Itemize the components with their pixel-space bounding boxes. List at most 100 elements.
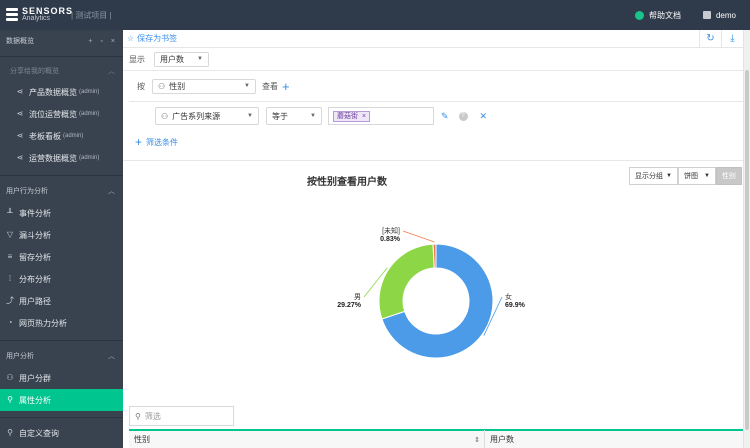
section-title: 用户行为分析 (6, 188, 48, 195)
filter-field-select[interactable]: ⚇ 广告系列来源 ▼ (155, 107, 259, 125)
funnel-icon: ▽ (6, 230, 14, 239)
add-overview-icon[interactable]: + (88, 38, 92, 45)
top-bar: SENSORS Analytics | 测试项目 | 帮助文档 demo (0, 0, 750, 30)
add-group-icon[interactable]: + (282, 79, 290, 94)
sidebar-item-label: 事件分析 (19, 208, 51, 218)
user-icon (702, 11, 711, 19)
group-icon: ⚇ (6, 373, 14, 382)
path-icon: ⤴ (6, 296, 14, 305)
pie-label: 男 (354, 293, 361, 301)
pie-leader-line (402, 230, 435, 243)
manage-overview-icon[interactable]: ▫ (100, 38, 102, 45)
save-bookmark-link[interactable]: 保存为书签 (137, 33, 177, 44)
pie-chart: 女69.9% 男29.27% [未知]0.83% (337, 226, 526, 359)
tag-label: 蘑菇街 (337, 113, 358, 120)
filter-field-value: 广告系列来源 (172, 111, 221, 121)
sidebar-item-owner: (admin) (79, 155, 100, 161)
add-filter-label: 筛选条件 (146, 137, 179, 147)
plus-icon: + (135, 135, 143, 149)
filter-value-tag[interactable]: 蘑菇街 × (333, 110, 371, 122)
project-name[interactable]: | 测试项目 | (71, 10, 112, 21)
refresh-icon[interactable]: ↻ (699, 29, 721, 48)
sidebar-item-boss-board[interactable]: ⋖ 老板看板 (admin) (0, 125, 123, 147)
help-label: 帮助文档 (648, 10, 681, 20)
filter-row: ⚇ 广告系列来源 ▼ 等于 ▼ 蘑菇街 × ✎ ? ✕ (123, 102, 743, 130)
logo-icon (6, 8, 18, 22)
sidebar-item-label: 产品数据概览 (29, 87, 77, 97)
sidebar-item-owner: (admin) (79, 89, 100, 95)
sidebar-item-funnel-analysis[interactable]: ▽ 漏斗分析 (0, 224, 123, 246)
bookmark-row: ☆ 保存为书签 ↻ ⤓ (123, 29, 743, 48)
sidebar-item-product-overview[interactable]: ⋖ 产品数据概览 (admin) (0, 81, 123, 103)
pie-slice[interactable] (378, 243, 435, 320)
caret-down-icon: ▼ (310, 113, 316, 119)
column-label: 用户数 (490, 435, 514, 444)
chevron-up-icon: ︿ (108, 353, 115, 360)
sidebar-item-retention-analysis[interactable]: ≡ 留存分析 (0, 246, 123, 268)
column-header-gender[interactable]: 性别 ⇕ (129, 430, 484, 448)
section-title: 数据概览 (6, 38, 34, 45)
sidebar-section-overview: 数据概览 + ▫ × (0, 30, 123, 52)
scrollbar-thumb[interactable] (745, 70, 749, 430)
sort-icon[interactable]: ⇕ (474, 436, 480, 444)
download-icon[interactable]: ⤓ (721, 29, 743, 48)
sidebar-item-user-segments[interactable]: ⚇ 用户分群 (0, 367, 123, 389)
metric-row: 显示 用户数 ▼ (123, 48, 743, 70)
section-title: 用户分析 (6, 353, 34, 360)
sidebar-section-user-analysis[interactable]: 用户分析 ︿ (0, 345, 123, 367)
edit-icon[interactable]: ✎ (441, 111, 449, 122)
chart-area: 按性别查看用户数 显示分组 ▼ 饼图 ▼ 性别 女 69.9% 男 29.27% [未知… (123, 160, 743, 400)
remove-tag-icon[interactable]: × (362, 113, 366, 120)
query-icon: ⚲ (7, 428, 13, 437)
column-header-users[interactable]: 用户数 (484, 430, 514, 448)
logo-subtitle: Analytics (22, 15, 51, 22)
operator-select[interactable]: 等于 ▼ (266, 107, 322, 125)
search-icon: ⚲ (135, 411, 141, 421)
sidebar-item-label: 网页热力分析 (19, 318, 67, 328)
table-filter-input[interactable]: ⚲ 筛选 (129, 406, 234, 426)
sidebar-item-label: 流位运营概览 (29, 109, 77, 119)
sidebar-item-label: 老板看板 (29, 131, 61, 141)
filter-value-input[interactable]: 蘑菇街 × (328, 107, 434, 125)
sidebar-item-label: 自定义查询 (19, 428, 59, 438)
shared-overview-group[interactable]: 分享给我的概览 ︿ (0, 61, 123, 81)
bar-chart-icon: ╨ (7, 208, 13, 217)
column-label: 性别 (134, 435, 150, 444)
sidebar-item-ops-overview[interactable]: ⋖ 运营数据概览 (admin) (0, 147, 123, 169)
sidebar-item-property-analysis[interactable]: ⚲ 属性分析 (0, 389, 123, 411)
sidebar-section-behavior[interactable]: 用户行为分析 ︿ (0, 180, 123, 202)
sidebar-item-event-analysis[interactable]: ╨ 事件分析 (0, 202, 123, 224)
collapse-overview-icon[interactable]: × (111, 38, 115, 45)
main-panel: ☆ 保存为书签 ↻ ⤓ 显示 用户数 ▼ 按 ⚇ 性别 ▼ 查看 + ⚇ 广告系… (123, 29, 743, 448)
pie-value-label: 0.83% (380, 236, 401, 243)
share-icon: ⋖ (16, 109, 24, 118)
sidebar-item-distribution-analysis[interactable]: ⁞ 分布分析 (0, 268, 123, 290)
sidebar-item-owner: (admin) (79, 111, 100, 117)
group-by-value: 性别 (169, 81, 186, 91)
user-menu[interactable]: demo (702, 10, 736, 20)
add-filter-row[interactable]: + 筛选条件 (123, 130, 743, 154)
view-label: 查看 (262, 81, 278, 91)
table-header: 性别 ⇕ 用户数 (129, 429, 743, 448)
display-label: 显示 (129, 54, 145, 64)
delete-filter-icon[interactable]: ✕ (480, 111, 488, 122)
page-scrollbar[interactable] (743, 30, 750, 448)
metric-select[interactable]: 用户数 ▼ (154, 51, 209, 67)
chevron-up-icon: ︿ (108, 188, 115, 195)
sidebar-item-user-path[interactable]: ⤴ 用户路径 (0, 290, 123, 312)
sidebar-item-heatmap-analysis[interactable]: ◔ 网页热力分析 (0, 312, 123, 334)
sidebar-item-custom-query[interactable]: ⚲ 自定义查询 (0, 422, 123, 444)
group-by-select[interactable]: ⚇ 性别 ▼ (152, 78, 256, 94)
help-docs-link[interactable]: 帮助文档 (634, 10, 681, 21)
user-name: demo (715, 10, 736, 20)
help-circle-icon[interactable]: ? (458, 111, 468, 121)
sidebar-item-flow-overview[interactable]: ⋖ 流位运营概览 (admin) (0, 103, 123, 125)
share-icon: ⋖ (16, 87, 24, 96)
caret-down-icon: ▼ (197, 56, 203, 62)
sidebar-item-label: 运营数据概览 (29, 153, 77, 163)
sidebar-item-label: 漏斗分析 (19, 230, 51, 240)
pie-label: 女 (505, 292, 512, 301)
share-icon: ⋖ (16, 153, 24, 162)
sidebar-item-label: 属性分析 (19, 395, 51, 405)
pie-value-label: 69.9% (505, 302, 526, 309)
